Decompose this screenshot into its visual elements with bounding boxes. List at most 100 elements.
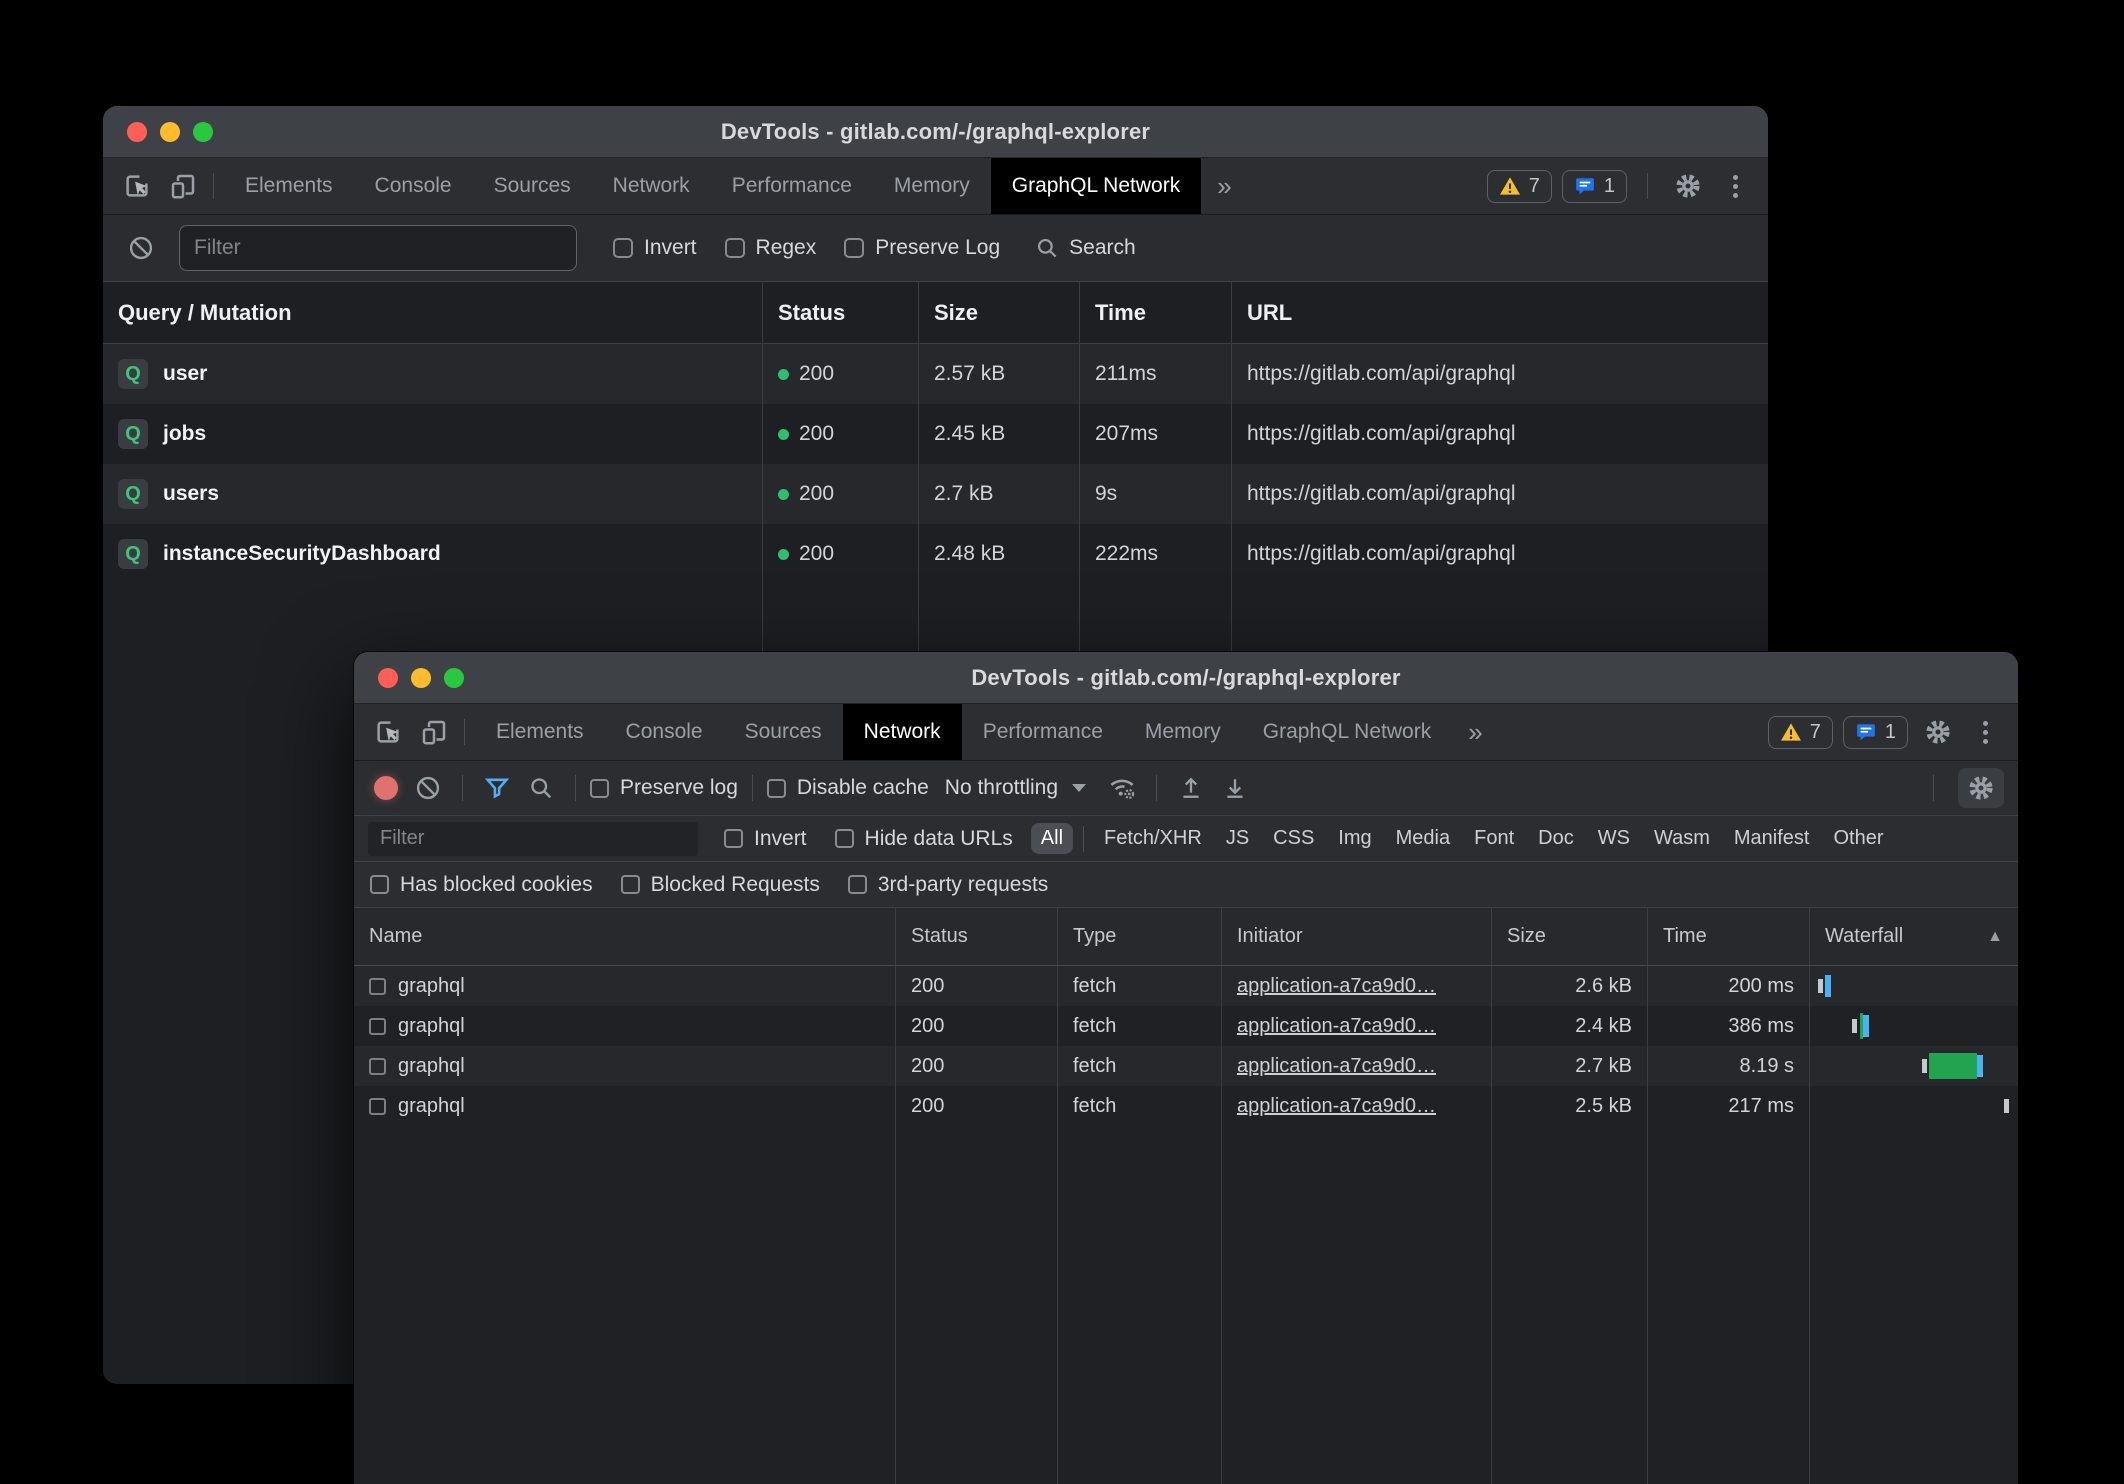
hide-data-urls-checkbox[interactable] bbox=[835, 829, 854, 848]
invert-checkbox[interactable] bbox=[724, 829, 743, 848]
close-button[interactable] bbox=[378, 668, 398, 688]
hide-data-urls-checkbox-group[interactable]: Hide data URLs bbox=[835, 827, 1013, 851]
device-toolbar-icon[interactable] bbox=[163, 166, 203, 206]
block-clear-icon[interactable] bbox=[121, 228, 161, 268]
tab-sources[interactable]: Sources bbox=[724, 704, 843, 760]
tab-elements[interactable]: Elements bbox=[224, 158, 354, 214]
inspect-icon[interactable] bbox=[117, 166, 157, 206]
warnings-badge[interactable]: 7 bbox=[1768, 716, 1833, 749]
initiator-link[interactable]: application-a7ca9d0… bbox=[1237, 1095, 1436, 1118]
clear-icon[interactable] bbox=[408, 768, 448, 808]
tab-performance[interactable]: Performance bbox=[711, 158, 873, 214]
table-row[interactable]: graphql 200 fetch application-a7ca9d0… 2… bbox=[354, 1046, 2018, 1086]
zoom-button[interactable] bbox=[444, 668, 464, 688]
more-tabs-chevron[interactable]: » bbox=[1452, 717, 1498, 748]
table-row[interactable]: Qusers 200 2.7 kB 9s https://gitlab.com/… bbox=[103, 464, 1768, 524]
third-party-requests-checkbox[interactable] bbox=[848, 875, 867, 894]
column-header-time[interactable]: Time bbox=[1648, 908, 1810, 965]
network-settings-gear-icon[interactable] bbox=[1958, 768, 2004, 808]
type-filter-all[interactable]: All bbox=[1031, 823, 1073, 854]
throttling-dropdown[interactable]: No throttling bbox=[933, 776, 1098, 800]
column-header-time[interactable]: Time bbox=[1080, 282, 1232, 343]
row-checkbox[interactable] bbox=[369, 1018, 386, 1035]
column-header-status[interactable]: Status bbox=[896, 908, 1058, 965]
network-conditions-icon[interactable] bbox=[1102, 768, 1142, 808]
warnings-badge[interactable]: 7 bbox=[1487, 170, 1552, 203]
filter-funnel-icon[interactable] bbox=[477, 768, 517, 808]
invert-checkbox-group[interactable]: Invert bbox=[724, 827, 807, 851]
filter-input[interactable] bbox=[179, 225, 577, 271]
type-filter-media[interactable]: Media bbox=[1386, 823, 1460, 854]
messages-badge[interactable]: 1 bbox=[1562, 170, 1627, 203]
search-icon[interactable] bbox=[521, 768, 561, 808]
tab-sources[interactable]: Sources bbox=[473, 158, 592, 214]
table-row[interactable]: Qjobs 200 2.45 kB 207ms https://gitlab.c… bbox=[103, 404, 1768, 464]
record-button[interactable] bbox=[374, 776, 398, 800]
type-filter-ws[interactable]: WS bbox=[1588, 823, 1640, 854]
column-header-size[interactable]: Size bbox=[919, 282, 1080, 343]
tab-memory[interactable]: Memory bbox=[873, 158, 991, 214]
import-har-icon[interactable] bbox=[1171, 768, 1211, 808]
column-header-url[interactable]: URL bbox=[1232, 282, 1768, 343]
type-filter-font[interactable]: Font bbox=[1464, 823, 1524, 854]
filter-input[interactable] bbox=[368, 822, 698, 856]
column-header-name[interactable]: Name bbox=[354, 908, 896, 965]
tab-graphql-network[interactable]: GraphQL Network bbox=[991, 158, 1201, 214]
inspect-icon[interactable] bbox=[368, 712, 408, 752]
table-row[interactable]: graphql 200 fetch application-a7ca9d0… 2… bbox=[354, 1006, 2018, 1046]
type-filter-wasm[interactable]: Wasm bbox=[1644, 823, 1720, 854]
has-blocked-cookies-checkbox-group[interactable]: Has blocked cookies bbox=[370, 873, 593, 897]
preserve-log-checkbox[interactable] bbox=[844, 238, 864, 258]
invert-checkbox-group[interactable]: Invert bbox=[613, 236, 697, 260]
disable-cache-checkbox[interactable] bbox=[767, 779, 786, 798]
tab-console[interactable]: Console bbox=[605, 704, 724, 760]
kebab-menu-icon[interactable] bbox=[1968, 712, 2002, 752]
type-filter-fetch-xhr[interactable]: Fetch/XHR bbox=[1094, 823, 1212, 854]
table-row[interactable]: graphql 200 fetch application-a7ca9d0… 2… bbox=[354, 966, 2018, 1006]
type-filter-doc[interactable]: Doc bbox=[1528, 823, 1584, 854]
minimize-button[interactable] bbox=[411, 668, 431, 688]
table-row[interactable]: Quser 200 2.57 kB 211ms https://gitlab.c… bbox=[103, 344, 1768, 404]
preserve-log-checkbox[interactable] bbox=[590, 779, 609, 798]
regex-checkbox[interactable] bbox=[725, 238, 745, 258]
initiator-link[interactable]: application-a7ca9d0… bbox=[1237, 975, 1436, 998]
blocked-requests-checkbox[interactable] bbox=[621, 875, 640, 894]
row-checkbox[interactable] bbox=[369, 978, 386, 995]
third-party-requests-checkbox-group[interactable]: 3rd-party requests bbox=[848, 873, 1048, 897]
tab-network[interactable]: Network bbox=[843, 704, 962, 760]
tab-network[interactable]: Network bbox=[592, 158, 711, 214]
regex-checkbox-group[interactable]: Regex bbox=[725, 236, 817, 260]
preserve-log-checkbox-group[interactable]: Preserve Log bbox=[844, 236, 1000, 260]
table-row[interactable]: QinstanceSecurityDashboard 200 2.48 kB 2… bbox=[103, 524, 1768, 584]
tab-console[interactable]: Console bbox=[354, 158, 473, 214]
tab-performance[interactable]: Performance bbox=[962, 704, 1124, 760]
type-filter-other[interactable]: Other bbox=[1823, 823, 1893, 854]
initiator-link[interactable]: application-a7ca9d0… bbox=[1237, 1015, 1436, 1038]
tab-memory[interactable]: Memory bbox=[1124, 704, 1242, 760]
table-row[interactable]: graphql 200 fetch application-a7ca9d0… 2… bbox=[354, 1086, 2018, 1126]
titlebar[interactable]: DevTools - gitlab.com/-/graphql-explorer bbox=[354, 652, 2018, 704]
type-filter-img[interactable]: Img bbox=[1328, 823, 1381, 854]
titlebar[interactable]: DevTools - gitlab.com/-/graphql-explorer bbox=[103, 106, 1768, 158]
kebab-menu-icon[interactable] bbox=[1718, 166, 1752, 206]
preserve-log-checkbox-group[interactable]: Preserve log bbox=[590, 776, 738, 800]
column-header-query-mutation[interactable]: Query / Mutation bbox=[103, 282, 763, 343]
type-filter-manifest[interactable]: Manifest bbox=[1724, 823, 1820, 854]
settings-gear-icon[interactable] bbox=[1668, 166, 1708, 206]
has-blocked-cookies-checkbox[interactable] bbox=[370, 875, 389, 894]
row-checkbox[interactable] bbox=[369, 1098, 386, 1115]
column-header-waterfall[interactable]: Waterfall ▲ bbox=[1810, 908, 2018, 965]
tab-graphql-network[interactable]: GraphQL Network bbox=[1242, 704, 1452, 760]
type-filter-css[interactable]: CSS bbox=[1263, 823, 1324, 854]
column-header-status[interactable]: Status bbox=[763, 282, 919, 343]
row-checkbox[interactable] bbox=[369, 1058, 386, 1075]
invert-checkbox[interactable] bbox=[613, 238, 633, 258]
zoom-button[interactable] bbox=[193, 122, 213, 142]
tab-elements[interactable]: Elements bbox=[475, 704, 605, 760]
device-toolbar-icon[interactable] bbox=[414, 712, 454, 752]
minimize-button[interactable] bbox=[160, 122, 180, 142]
more-tabs-chevron[interactable]: » bbox=[1201, 171, 1247, 202]
blocked-requests-checkbox-group[interactable]: Blocked Requests bbox=[621, 873, 820, 897]
messages-badge[interactable]: 1 bbox=[1843, 716, 1908, 749]
column-header-initiator[interactable]: Initiator bbox=[1222, 908, 1492, 965]
